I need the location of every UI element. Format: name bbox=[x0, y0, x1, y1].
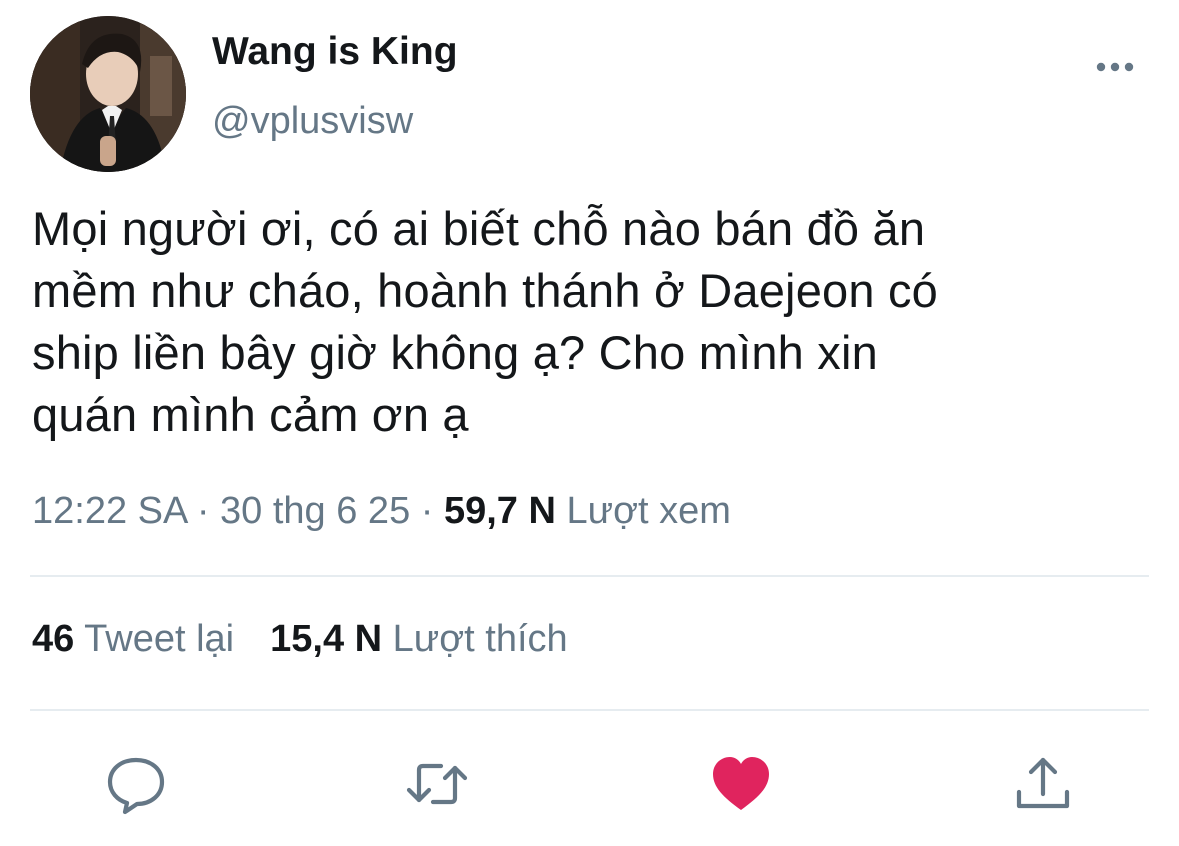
like-button[interactable] bbox=[709, 752, 773, 816]
retweet-icon bbox=[406, 763, 468, 805]
tweet-text: Mọi người ơi, có ai biết chỗ nào bán đồ … bbox=[32, 202, 939, 441]
share-icon bbox=[1016, 757, 1070, 809]
retweets-label: Tweet lại bbox=[84, 618, 235, 660]
tweet-meta: 12:22 SA · 30 thg 6 25 · 59,7 N Lượt xem bbox=[32, 490, 731, 533]
tweet-time[interactable]: 12:22 SA bbox=[32, 490, 186, 532]
meta-separator: · bbox=[420, 490, 434, 532]
divider bbox=[30, 575, 1149, 577]
author-handle[interactable]: @vplusvisw bbox=[212, 100, 413, 143]
heart-icon bbox=[713, 757, 769, 810]
likes-label: Lượt thích bbox=[392, 618, 568, 660]
likes-stat[interactable]: 15,4 N Lượt thích bbox=[270, 618, 568, 660]
views-count: 59,7 N bbox=[443, 490, 556, 532]
retweets-stat[interactable]: 46 Tweet lại bbox=[32, 618, 234, 660]
avatar[interactable] bbox=[30, 16, 186, 172]
meta-separator: · bbox=[196, 490, 210, 532]
profile-photo bbox=[30, 16, 186, 172]
divider bbox=[30, 709, 1149, 711]
reply-icon bbox=[107, 757, 165, 815]
reply-button[interactable] bbox=[104, 752, 168, 816]
more-horizontal-icon bbox=[1096, 62, 1134, 72]
share-button[interactable] bbox=[1011, 752, 1075, 816]
likes-count: 15,4 N bbox=[270, 618, 383, 660]
engagement-stats: 46 Tweet lại 15,4 N Lượt thích bbox=[32, 618, 568, 661]
retweets-count: 46 bbox=[32, 618, 75, 660]
retweet-button[interactable] bbox=[405, 752, 469, 816]
more-options-button[interactable] bbox=[1090, 52, 1140, 82]
views-label: Lượt xem bbox=[566, 490, 731, 532]
author-display-name[interactable]: Wang is King bbox=[212, 30, 458, 74]
tweet-date[interactable]: 30 thg 6 25 bbox=[220, 490, 410, 532]
